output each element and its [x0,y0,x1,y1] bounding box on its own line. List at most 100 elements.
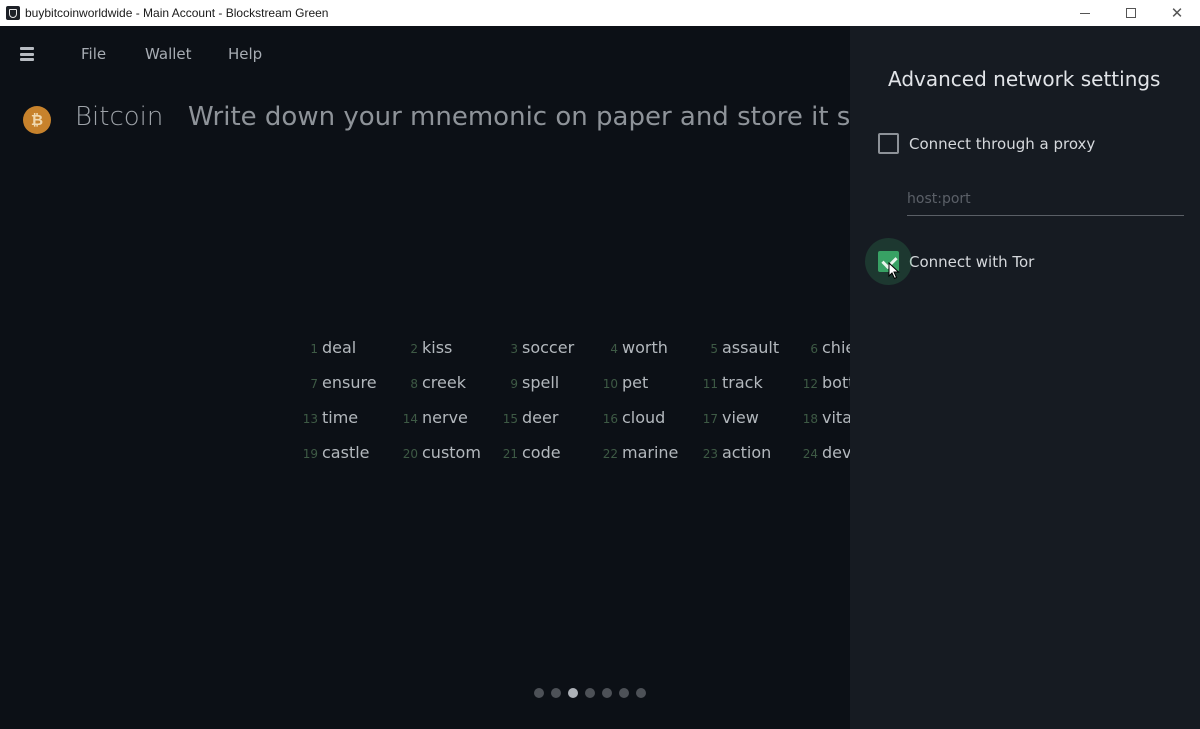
page-dot[interactable] [585,688,595,698]
mnemonic-word-text: nerve [422,408,468,427]
mnemonic-grid: 1 deal 2 kiss 3 soccer 4 worth 5 assault 6 chie 7 ens… [300,338,850,468]
page-title: Write down your mnemonic on paper and st… [188,102,892,132]
mnemonic-word-index: 19 [302,447,318,461]
mnemonic-word-index: 11 [702,377,718,391]
mnemonic-word-index: 15 [502,412,518,426]
page-header: ₿ Bitcoin Write down your mnemonic on pa… [0,102,892,142]
tor-checkbox-row[interactable]: Connect with Tor [865,238,1035,285]
page-dot[interactable] [602,688,612,698]
mnemonic-word: 8 creek [400,373,466,392]
page-indicator [534,688,646,698]
mnemonic-word-index: 13 [302,412,318,426]
page-dot[interactable] [551,688,561,698]
menu-wallet[interactable]: Wallet [145,45,192,63]
mnemonic-word: 6 chie [800,338,850,357]
mnemonic-word-index: 4 [610,342,618,356]
close-icon: ✕ [1170,4,1184,22]
proxy-checkbox[interactable] [878,133,899,154]
mnemonic-word: 10 pet [600,373,649,392]
mnemonic-word-text: marine [622,443,679,462]
page-dot[interactable] [636,688,646,698]
mnemonic-word-index: 17 [702,412,718,426]
mnemonic-word-text: deve [822,443,850,462]
mnemonic-word-text: ensure [322,373,377,392]
mnemonic-word-text: vital [822,408,850,427]
mnemonic-word: 12 bott [800,373,850,392]
mnemonic-word: 3 soccer [500,338,574,357]
mnemonic-word-index: 12 [802,377,818,391]
page-dot[interactable] [534,688,544,698]
app-window: File Wallet Help ₿ Bitcoin Write down yo… [0,26,1200,729]
mnemonic-word-text: spell [522,373,560,392]
mnemonic-word: 13 time [300,408,358,427]
mnemonic-word-text: bott [822,373,850,392]
maximize-button[interactable] [1108,0,1154,26]
mnemonic-word-text: soccer [522,338,575,357]
proxy-host-input[interactable] [907,182,1184,216]
mnemonic-word-index: 23 [702,447,718,461]
mnemonic-word-index: 7 [310,377,318,391]
mnemonic-word: 22 marine [600,443,679,462]
proxy-checkbox-row[interactable]: Connect through a proxy [878,133,1095,154]
mnemonic-word-text: kiss [422,338,453,357]
mnemonic-word-index: 16 [602,412,618,426]
mnemonic-word-text: custom [422,443,481,462]
menu-file[interactable]: File [81,45,106,63]
mnemonic-word-text: time [322,408,359,427]
mnemonic-word-index: 24 [802,447,818,461]
app-shield-icon [6,6,20,20]
drawer-title: Advanced network settings [888,67,1161,91]
mnemonic-word-text: chie [822,338,850,357]
mnemonic-word-text: track [722,373,763,392]
mnemonic-word: 4 worth [600,338,668,357]
mnemonic-word-text: deer [522,408,559,427]
mnemonic-word-index: 1 [310,342,318,356]
mnemonic-word-index: 20 [402,447,418,461]
minimize-icon [1080,12,1090,14]
menu-help[interactable]: Help [228,45,262,63]
mnemonic-word-index: 22 [602,447,618,461]
mnemonic-word-index: 9 [510,377,518,391]
mnemonic-word-text: castle [322,443,370,462]
tor-checkbox-label: Connect with Tor [909,252,1035,271]
mnemonic-word: 20 custom [400,443,481,462]
mnemonic-word: 24 deve [800,443,850,462]
mnemonic-word-index: 2 [410,342,418,356]
mnemonic-word-index: 3 [510,342,518,356]
mnemonic-word-text: deal [322,338,357,357]
bitcoin-icon: ₿ [23,106,51,134]
mnemonic-word-index: 6 [810,342,818,356]
mnemonic-word: 23 action [700,443,772,462]
mnemonic-word: 21 code [500,443,561,462]
mnemonic-word: 1 deal [300,338,356,357]
mnemonic-word-index: 8 [410,377,418,391]
minimize-button[interactable] [1062,0,1108,26]
mnemonic-word-index: 10 [602,377,618,391]
mnemonic-word-index: 5 [710,342,718,356]
page-dot[interactable] [619,688,629,698]
mouse-cursor-icon [888,262,900,280]
window-controls: ✕ [1062,0,1200,26]
mnemonic-word-text: creek [422,373,466,392]
mnemonic-word-index: 14 [402,412,418,426]
mnemonic-word-text: worth [622,338,668,357]
maximize-icon [1126,8,1136,18]
mnemonic-word: 5 assault [700,338,779,357]
close-button[interactable]: ✕ [1154,0,1200,26]
mnemonic-word: 9 spell [500,373,559,392]
mnemonic-word: 19 castle [300,443,370,462]
mnemonic-word: 11 track [700,373,763,392]
hamburger-menu-icon[interactable] [20,47,34,61]
mnemonic-word-text: cloud [622,408,666,427]
mnemonic-word: 7 ensure [300,373,377,392]
mnemonic-word: 15 deer [500,408,559,427]
mnemonic-word: 18 vital [800,408,850,427]
mnemonic-word: 16 cloud [600,408,666,427]
network-name: Bitcoin [75,102,164,132]
mnemonic-word: 17 view [700,408,759,427]
window-titlebar: buybitcoinworldwide - Main Account - Blo… [0,0,1200,26]
page-dot[interactable] [568,688,578,698]
mnemonic-word-text: code [522,443,561,462]
mnemonic-word-index: 18 [802,412,818,426]
mnemonic-word-text: view [722,408,759,427]
